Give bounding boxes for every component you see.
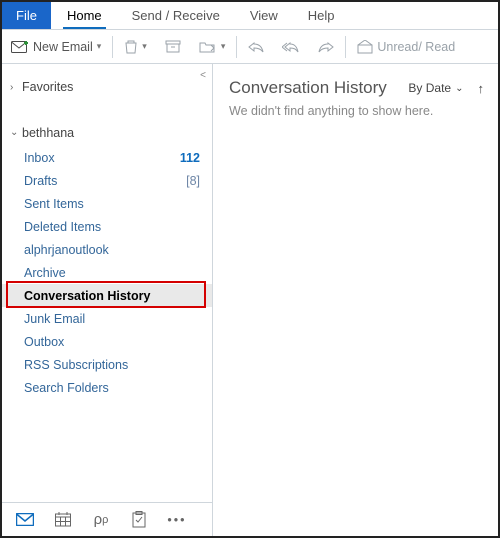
favorites-header[interactable]: › Favorites <box>2 74 212 100</box>
nav-tasks-icon[interactable] <box>126 507 152 533</box>
archive-button[interactable] <box>156 30 190 63</box>
reply-button[interactable] <box>239 30 273 63</box>
folder-label: Junk Email <box>24 312 85 326</box>
unread-read-button[interactable]: Unread/ Read <box>348 30 464 63</box>
unread-read-label: Unread/ Read <box>377 40 455 54</box>
trash-icon <box>124 39 138 55</box>
chevron-right-icon: › <box>10 82 22 93</box>
reply-icon <box>248 40 264 54</box>
archive-icon <box>165 40 181 54</box>
account-header[interactable]: ⌄ bethhana <box>2 120 212 146</box>
sort-label: By Date <box>408 81 451 95</box>
folder-outbox[interactable]: Outbox <box>2 330 212 353</box>
sort-direction-button[interactable]: ↑ <box>478 81 485 96</box>
folder-label: Outbox <box>24 335 64 349</box>
reading-title: Conversation History <box>229 78 394 98</box>
new-email-button[interactable]: New Email ▾ <box>2 30 110 63</box>
folder-label: Conversation History <box>24 289 150 303</box>
move-button[interactable]: ▾ <box>190 30 235 63</box>
folder-label: Sent Items <box>24 197 84 211</box>
reply-all-button[interactable] <box>273 30 309 63</box>
reading-pane: Conversation History By Date ⌄ ↑ We didn… <box>213 64 498 536</box>
folder-sent-items[interactable]: Sent Items <box>2 192 212 215</box>
folder-label: Archive <box>24 266 66 280</box>
sidebar: < › Favorites ⌄ bethhana Inbox 112 Drafts [… <box>2 64 213 536</box>
envelope-open-icon <box>357 40 373 54</box>
nav-more-icon[interactable]: ••• <box>164 507 190 533</box>
tab-help[interactable]: Help <box>294 2 349 29</box>
move-to-folder-icon <box>199 40 217 54</box>
folder-tree: < › Favorites ⌄ bethhana Inbox 112 Drafts [… <box>2 64 212 502</box>
chevron-down-icon: ▾ <box>97 41 102 52</box>
folder-count: [8] <box>186 174 200 188</box>
folder-archive[interactable]: Archive <box>2 261 212 284</box>
mail-plus-icon <box>11 40 29 54</box>
folder-count: 112 <box>180 151 200 165</box>
reply-all-icon <box>282 40 300 54</box>
nav-calendar-icon[interactable] <box>50 507 76 533</box>
folder-label: alphrjanoutlook <box>24 243 109 257</box>
divider <box>112 36 113 58</box>
reading-header: Conversation History By Date ⌄ ↑ <box>213 64 498 102</box>
empty-message: We didn't find anything to show here. <box>213 102 498 118</box>
tab-file[interactable]: File <box>2 2 51 29</box>
divider <box>236 36 237 58</box>
folder-conversation-history[interactable]: Conversation History <box>2 284 212 307</box>
chevron-down-icon: ▾ <box>221 41 226 52</box>
folder-junk-email[interactable]: Junk Email <box>2 307 212 330</box>
folder-label: Drafts <box>24 174 57 188</box>
tab-home[interactable]: Home <box>53 2 116 29</box>
folder-search-folders[interactable]: Search Folders <box>2 376 212 399</box>
folder-label: Inbox <box>24 151 55 165</box>
folder-label: Search Folders <box>24 381 109 395</box>
nav-mail-icon[interactable] <box>12 507 38 533</box>
folder-list: Inbox 112 Drafts [8] Sent Items Deleted Items… <box>2 146 212 407</box>
folder-label: Deleted Items <box>24 220 101 234</box>
chevron-down-icon: ▾ <box>142 41 147 52</box>
chevron-down-icon: ⌄ <box>10 127 22 138</box>
chevron-down-icon: ⌄ <box>455 83 463 94</box>
folder-deleted-items[interactable]: Deleted Items <box>2 215 212 238</box>
nav-people-icon[interactable]: ρρ <box>88 507 114 533</box>
favorites-label: Favorites <box>22 80 73 94</box>
account-label: bethhana <box>22 126 74 140</box>
folder-label: RSS Subscriptions <box>24 358 128 372</box>
forward-icon <box>318 40 334 54</box>
tab-view[interactable]: View <box>236 2 292 29</box>
tab-send-receive[interactable]: Send / Receive <box>118 2 234 29</box>
body: < › Favorites ⌄ bethhana Inbox 112 Drafts [… <box>2 64 498 536</box>
collapse-pane-icon[interactable]: < <box>200 70 206 81</box>
folder-drafts[interactable]: Drafts [8] <box>2 169 212 192</box>
sort-button[interactable]: By Date ⌄ <box>408 81 463 95</box>
ribbon-tabs: File Home Send / Receive View Help <box>2 2 498 30</box>
nav-bar: ρρ ••• <box>2 502 212 536</box>
new-email-label: New Email <box>33 40 93 54</box>
folder-alphrjanoutlook[interactable]: alphrjanoutlook <box>2 238 212 261</box>
folder-rss-subscriptions[interactable]: RSS Subscriptions <box>2 353 212 376</box>
toolbar: New Email ▾ ▾ ▾ <box>2 30 498 64</box>
delete-button[interactable]: ▾ <box>115 30 156 63</box>
forward-button[interactable] <box>309 30 343 63</box>
folder-inbox[interactable]: Inbox 112 <box>2 146 212 169</box>
divider <box>345 36 346 58</box>
